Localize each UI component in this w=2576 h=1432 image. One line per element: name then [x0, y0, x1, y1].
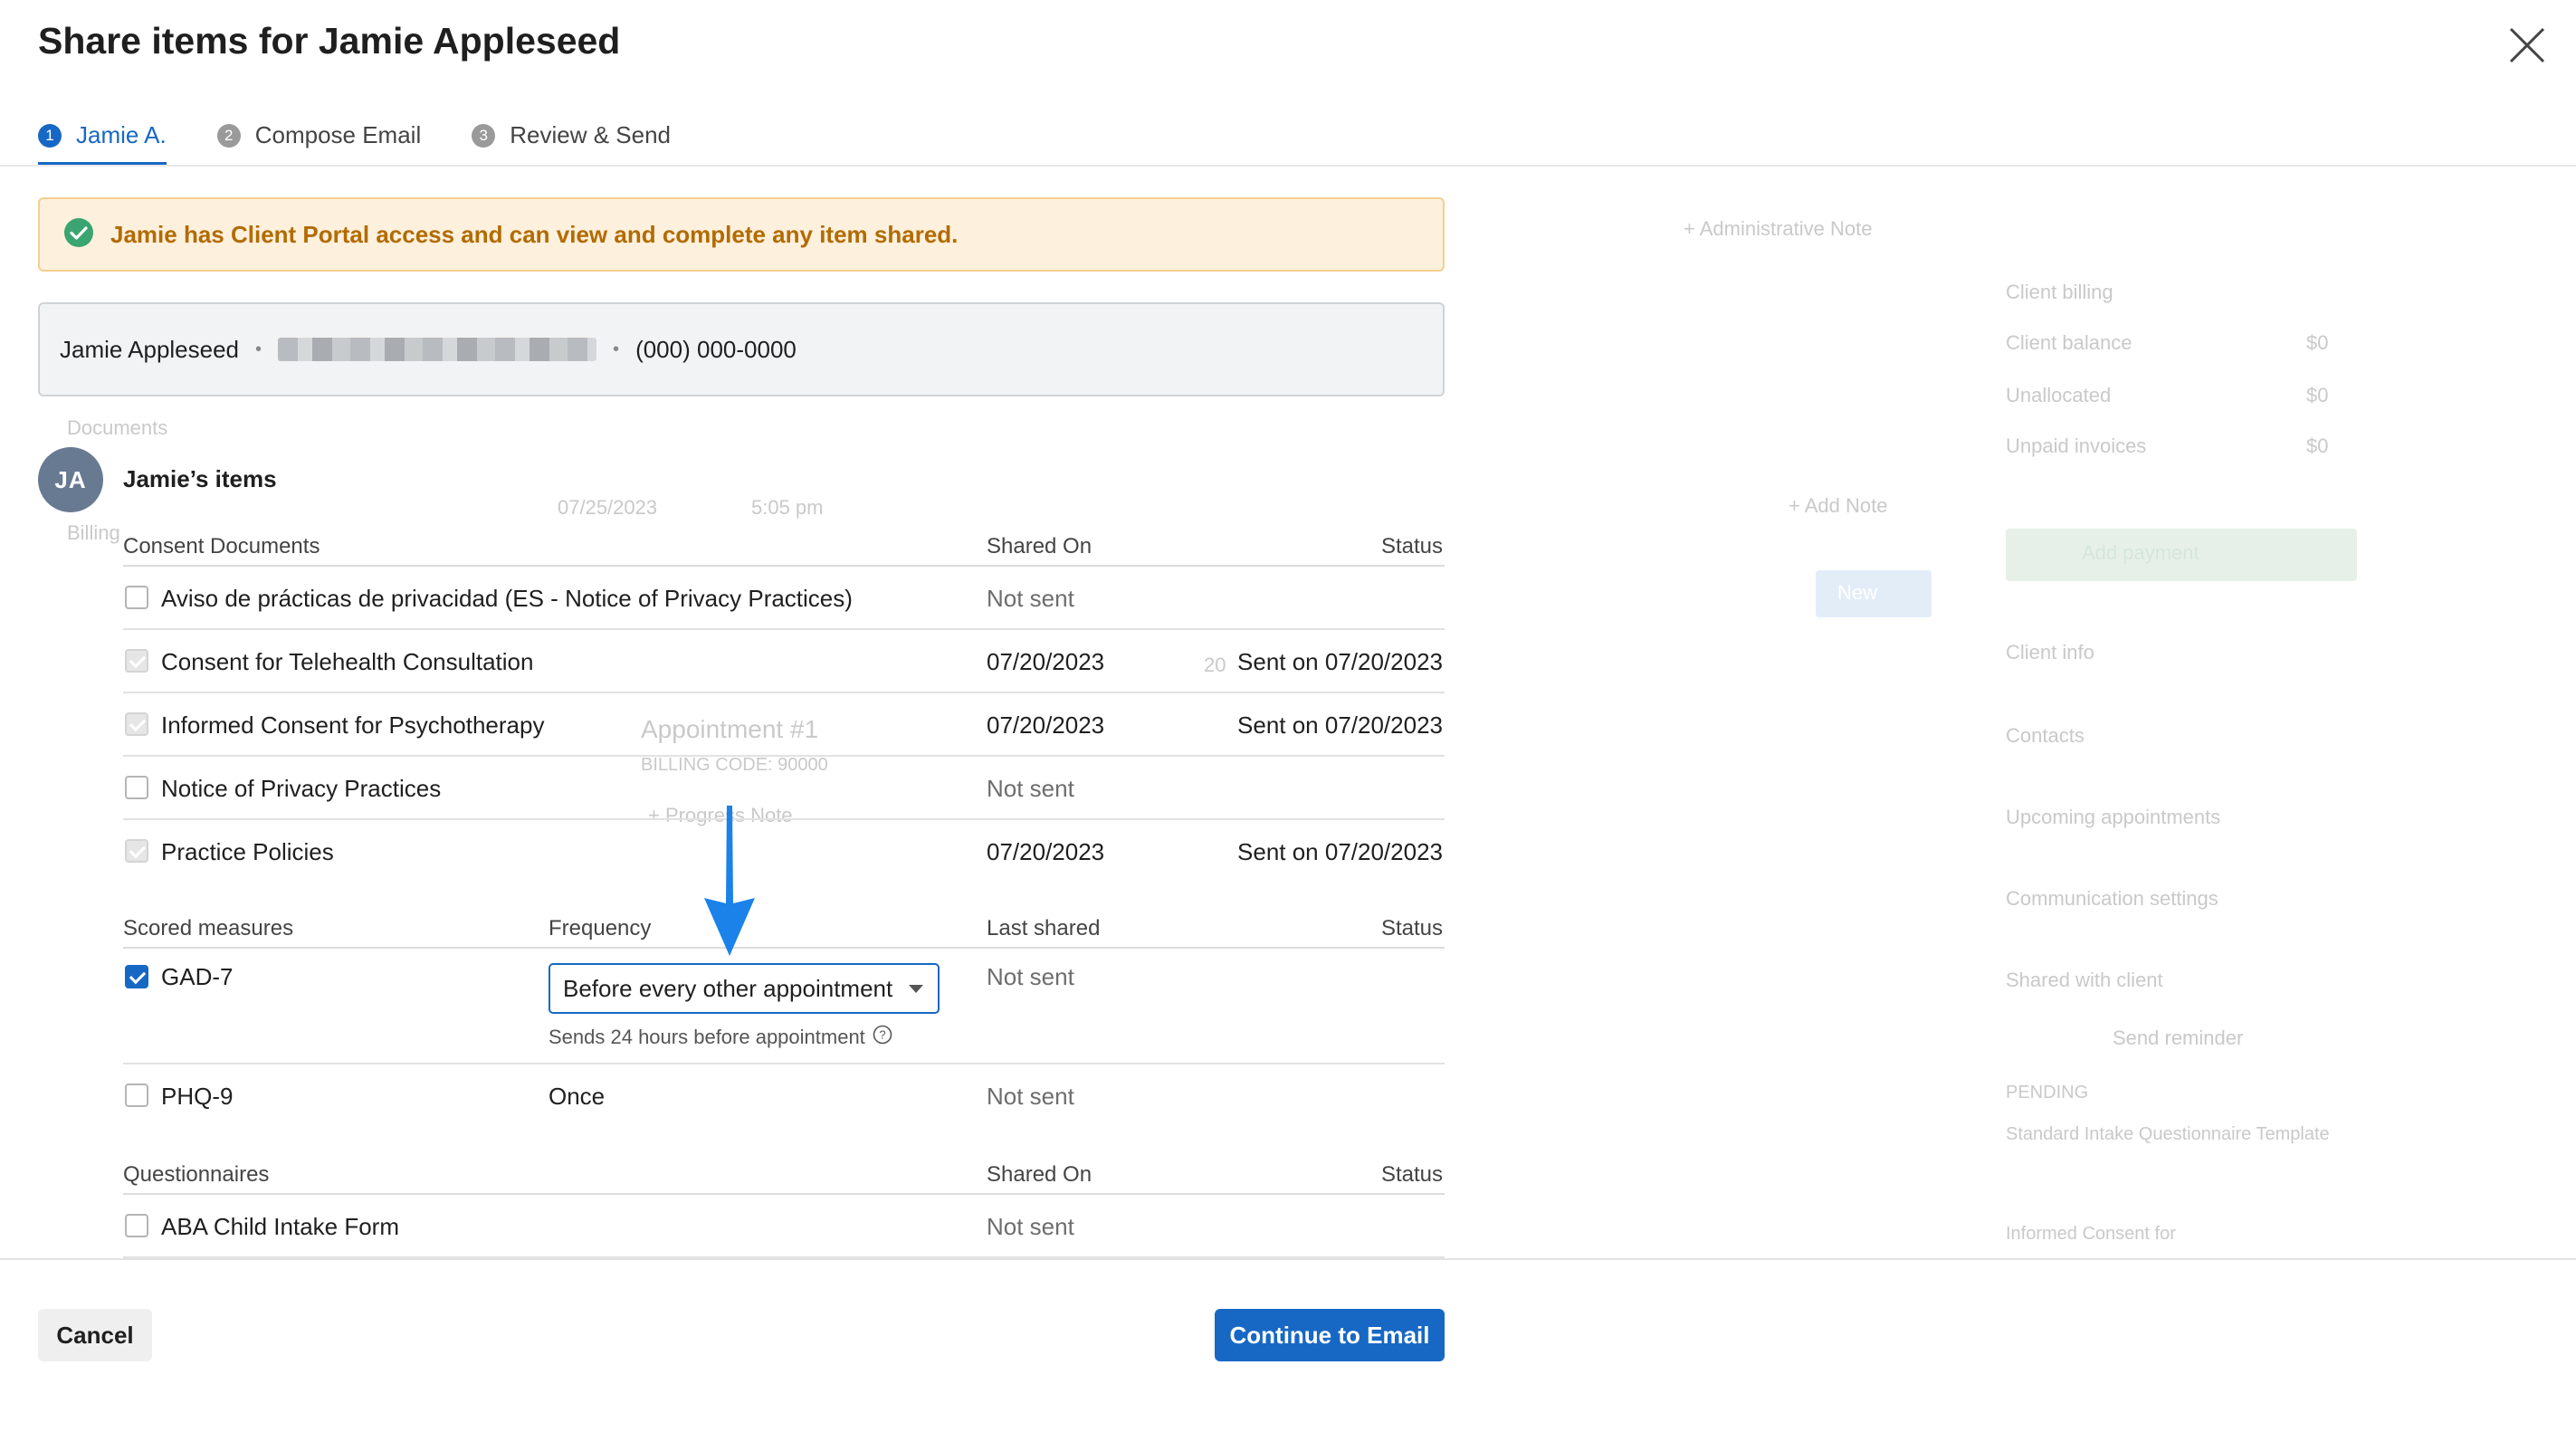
header-date: Shared On [987, 534, 1092, 558]
item-status: Sent on 07/20/2023 [1237, 838, 1443, 865]
header-last-shared: Last shared [987, 916, 1101, 940]
item-status: Sent on 07/20/2023 [1237, 711, 1443, 739]
table-row: ABA Child Intake Form Not sent [123, 1195, 1445, 1258]
header-name: Scored measures [123, 916, 294, 940]
table-header: Consent Documents Shared On Status [123, 525, 1445, 567]
table-row: Aviso de prácticas de privacidad (ES - N… [123, 567, 1445, 630]
frequency-help: Sends 24 hours before appointment ? [549, 1025, 892, 1050]
item-name: Informed Consent for Psychotherapy [161, 711, 545, 739]
separator: • [255, 339, 262, 359]
header-status: Status [1380, 1162, 1443, 1187]
continue-to-email-button[interactable]: Continue to Email [1215, 1309, 1445, 1361]
frequency-help-text: Sends 24 hours before appointment [549, 1026, 865, 1048]
header-status: Status [1380, 534, 1443, 558]
questionnaires-table: Questionnaires Shared On Status ABA Chil… [123, 1153, 1445, 1258]
items-title: Jamie’s items [123, 465, 277, 492]
table-row: Consent for Telehealth Consultation 07/2… [123, 630, 1445, 693]
item-checkbox[interactable] [125, 965, 148, 988]
table-row: Notice of Privacy Practices Not sent [123, 757, 1445, 820]
item-name: GAD-7 [161, 963, 234, 990]
cancel-button[interactable]: Cancel [38, 1309, 152, 1361]
item-name: Consent for Telehealth Consultation [161, 648, 534, 675]
table-row: PHQ-9 Once Not sent [123, 1064, 1445, 1126]
item-checkbox[interactable] [125, 1084, 148, 1107]
item-date: 07/20/2023 [987, 711, 1105, 739]
header-name: Consent Documents [123, 534, 320, 558]
item-name: Practice Policies [161, 838, 334, 865]
frequency-select[interactable]: Before every other appointment [549, 963, 940, 1014]
item-name: ABA Child Intake Form [161, 1213, 399, 1240]
footer-divider [0, 1258, 2576, 1260]
stepper-divider [0, 165, 2576, 167]
banner-text: Jamie has Client Portal access and can v… [110, 220, 959, 248]
item-checkbox[interactable] [125, 1214, 148, 1237]
step-review-send[interactable]: 3 Review & Send [472, 121, 671, 165]
redacted-email [278, 338, 597, 361]
step-label: Jamie A. [76, 121, 167, 148]
item-frequency: Once [549, 1083, 606, 1110]
contact-info: Jamie Appleseed • • (000) 000-0000 [38, 302, 1445, 396]
item-name: Notice of Privacy Practices [161, 775, 442, 802]
step-label: Review & Send [510, 121, 671, 148]
share-items-modal: Share items for Jamie Appleseed 1 Jamie … [0, 0, 2576, 1432]
caret-down-icon [909, 985, 923, 993]
item-date: 07/20/2023 [987, 838, 1105, 865]
stepper: 1 Jamie A. 2 Compose Email 3 Review & Se… [38, 121, 671, 166]
step-client[interactable]: 1 Jamie A. [38, 121, 167, 166]
table-row: Informed Consent for Psychotherapy 07/20… [123, 693, 1445, 757]
svg-text:?: ? [879, 1028, 885, 1042]
item-date: Not sent [987, 1083, 1074, 1110]
contact-name: Jamie Appleseed [60, 335, 240, 363]
modal-title: Share items for Jamie Appleseed [38, 20, 621, 62]
separator: • [613, 339, 620, 359]
header-name: Questionnaires [123, 1162, 270, 1187]
item-checkbox [125, 839, 148, 863]
avatar: JA [38, 447, 103, 512]
table-header: Questionnaires Shared On Status [123, 1153, 1445, 1195]
item-checkbox [125, 649, 148, 673]
item-date: Not sent [987, 775, 1074, 802]
item-date: Not sent [987, 1213, 1074, 1240]
table-header: Scored measures Frequency Last shared St… [123, 907, 1445, 949]
item-date: Not sent [987, 963, 1074, 990]
header-date: Shared On [987, 1162, 1092, 1187]
scored-measures-table: Scored measures Frequency Last shared St… [123, 907, 1445, 1126]
consent-documents-table: Consent Documents Shared On Status Aviso… [123, 525, 1445, 882]
step-compose-email[interactable]: 2 Compose Email [216, 121, 422, 165]
item-date: Not sent [987, 585, 1074, 612]
item-name: Aviso de prácticas de privacidad (ES - N… [161, 585, 853, 612]
arrow-down-icon [702, 804, 757, 958]
item-status: Sent on 07/20/2023 [1237, 648, 1443, 675]
item-checkbox[interactable] [125, 776, 148, 799]
portal-access-banner: Jamie has Client Portal access and can v… [38, 197, 1445, 272]
item-checkbox [125, 712, 148, 736]
item-name: PHQ-9 [161, 1083, 234, 1110]
question-circle-icon[interactable]: ? [873, 1025, 892, 1050]
check-circle-icon [63, 217, 94, 253]
header-status: Status [1380, 916, 1443, 940]
step-label: Compose Email [254, 121, 422, 148]
step-number: 3 [472, 124, 496, 148]
header-frequency: Frequency [549, 916, 652, 940]
item-checkbox[interactable] [125, 586, 148, 609]
frequency-value: Before every other appointment [563, 974, 893, 1002]
step-number: 1 [38, 124, 62, 148]
contact-phone: (000) 000-0000 [635, 335, 797, 363]
item-date: 07/20/2023 [987, 648, 1105, 675]
table-row: Practice Policies 07/20/2023 Sent on 07/… [123, 820, 1445, 882]
table-row: GAD-7 Before every other appointment Sen… [123, 949, 1445, 1064]
step-number: 2 [216, 124, 241, 148]
close-icon[interactable] [2507, 25, 2547, 65]
